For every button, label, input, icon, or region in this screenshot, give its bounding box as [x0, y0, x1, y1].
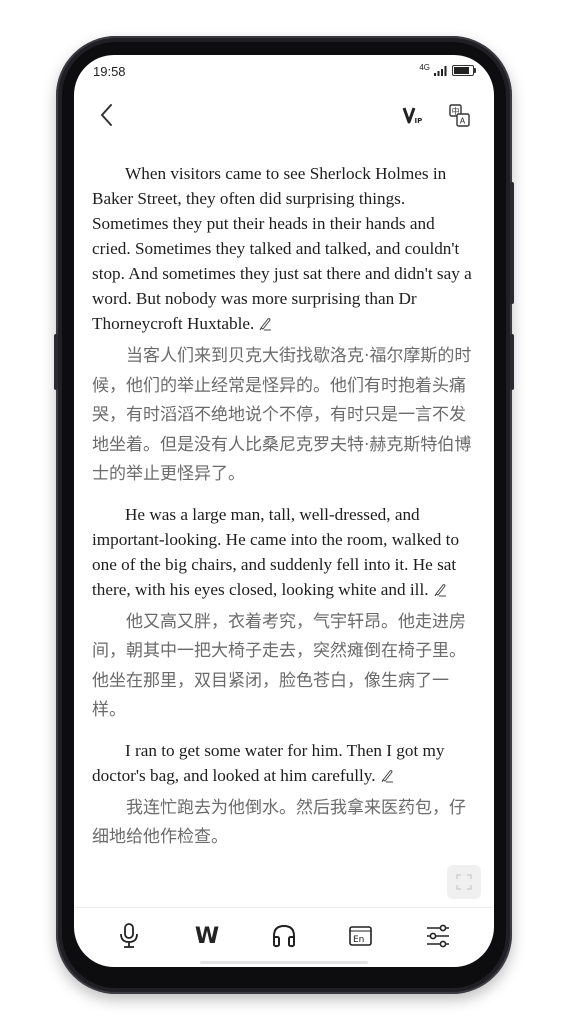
note-pen-icon[interactable]	[380, 769, 394, 783]
fullscreen-icon	[456, 874, 472, 890]
status-time: 19:58	[93, 64, 126, 79]
english-icon-label: En	[353, 935, 364, 945]
listen-button[interactable]	[269, 921, 299, 951]
word-icon: W	[194, 923, 220, 949]
network-label: 4G	[419, 62, 430, 72]
status-icons: 4G	[419, 62, 476, 76]
side-button	[510, 334, 514, 390]
english-paragraph[interactable]: He was a large man, tall, well-dressed, …	[92, 502, 477, 602]
signal-icon	[434, 65, 447, 76]
reader-content: When visitors came to see Sherlock Holme…	[92, 161, 477, 865]
settings-button[interactable]	[423, 921, 453, 951]
english-paragraph[interactable]: I ran to get some water for him. Then I …	[92, 738, 477, 788]
microphone-button[interactable]	[114, 921, 144, 951]
bottom-toolbar: W En	[74, 915, 494, 959]
vip-button[interactable]: IP	[402, 105, 424, 125]
back-button[interactable]	[96, 101, 120, 129]
chinese-translation: 他又高又胖，衣着考究，气宇轩昂。他走进房间，朝其中一把大椅子走去，突然瘫倒在椅子…	[92, 611, 466, 721]
fullscreen-button[interactable]	[447, 865, 481, 899]
vip-icon: IP	[402, 107, 423, 125]
settings-sliders-icon	[427, 924, 449, 948]
battery-icon	[452, 65, 476, 76]
headphones-icon	[273, 924, 295, 947]
volume-button	[54, 334, 58, 390]
microphone-icon	[120, 923, 138, 948]
english-text: When visitors came to see Sherlock Holme…	[92, 164, 472, 333]
translate-button[interactable]: 中 A	[449, 104, 471, 128]
english-icon: En	[349, 926, 372, 946]
translate-icon: 中 A	[449, 104, 470, 127]
note-pen-icon[interactable]	[433, 583, 447, 597]
chinese-translation: 我连忙跑去为他倒水。然后我拿来医药包，仔细地给他作检查。	[92, 797, 466, 848]
english-paragraph[interactable]: When visitors came to see Sherlock Holme…	[92, 161, 477, 336]
english-mode-button[interactable]: En	[346, 921, 376, 951]
power-button	[510, 182, 514, 304]
paragraph-block: He was a large man, tall, well-dressed, …	[92, 502, 477, 726]
back-chevron-icon	[101, 104, 112, 126]
screen: 19:58 4G IP 中 A When visitors came to se…	[74, 55, 494, 967]
english-text: He was a large man, tall, well-dressed, …	[92, 504, 460, 599]
note-pen-icon[interactable]	[258, 317, 272, 331]
svg-text:IP: IP	[415, 117, 423, 125]
svg-text:A: A	[460, 117, 466, 126]
paragraph-block: I ran to get some water for him. Then I …	[92, 738, 477, 853]
toolbar-divider	[74, 907, 494, 908]
word-button[interactable]: W	[192, 921, 222, 951]
paragraph-block: When visitors came to see Sherlock Holme…	[92, 161, 477, 490]
chinese-translation: 当客人们来到贝克大街找歇洛克·福尔摩斯的时候，他们的举止经常是怪异的。他们有时抱…	[92, 346, 472, 484]
home-indicator[interactable]	[200, 961, 368, 964]
